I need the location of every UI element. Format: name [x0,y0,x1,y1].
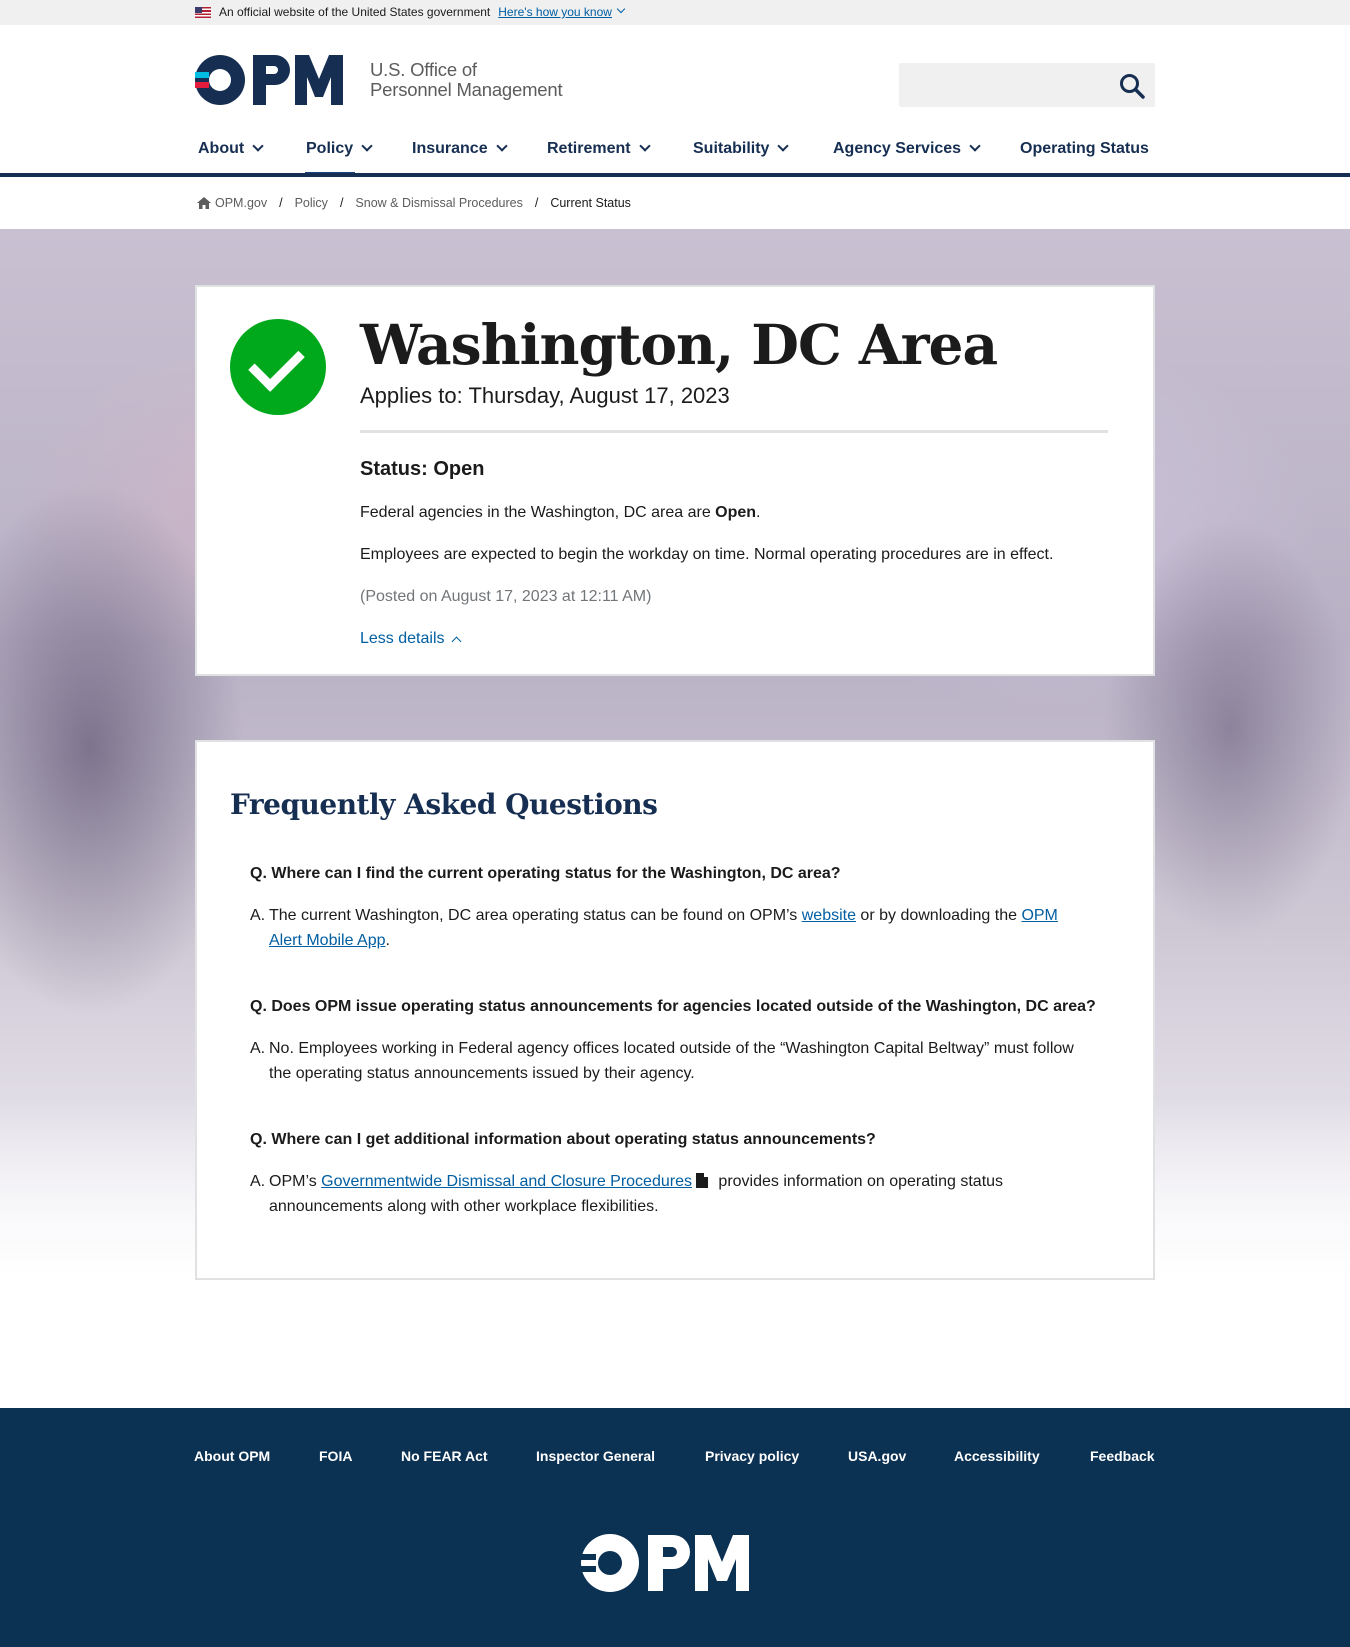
faq-question-2: Q. Does OPM issue operating status annou… [250,998,1096,1015]
chevron-down-icon [252,140,264,152]
search-icon[interactable] [1119,73,1145,99]
answer-marker: A. [250,907,266,924]
footer-privacy-policy-link[interactable]: Privacy policy [705,1448,799,1464]
nav-operating-status-label: Operating Status [1020,140,1149,157]
footer: About OPM FOIA No FEAR Act Inspector Gen… [0,1408,1350,1647]
status-location-title: Washington, DC Area [360,312,998,377]
status-detail: Employees are expected to begin the work… [360,546,1054,563]
pdf-icon [695,1173,708,1188]
nav-retirement[interactable]: Retirement [547,140,651,158]
status-summary-prefix: Federal agencies in the Washington, DC a… [360,504,716,521]
dismissal-procedures-link[interactable]: Governmentwide Dismissal and Closure Pro… [321,1173,692,1190]
nav-about-label: About [198,140,245,157]
status-summary: Federal agencies in the Washington, DC a… [360,504,761,522]
divider [360,430,1108,433]
faq-question-1: Q. Where can I find the current operatin… [250,865,841,882]
nav-agency-services-label: Agency Services [833,140,962,157]
answer-text: . [385,932,390,949]
faq-answer-1: A. The current Washington, DC area opera… [250,903,1080,953]
status-applies-date: Applies to: Thursday, August 17, 2023 [360,383,730,408]
chevron-down-icon [495,140,508,152]
answer-marker: A. [250,1040,266,1057]
breadcrumb: OPM.gov / Policy / Snow & Dismissal Proc… [197,196,631,210]
chevron-up-icon [451,636,461,646]
chevron-down-icon [638,140,651,152]
posted-timestamp: (Posted on August 17, 2023 at 12:11 AM) [360,588,652,605]
nav-policy-label: Policy [306,140,354,157]
nav-policy[interactable]: Policy [306,140,373,158]
opm-footer-logo[interactable] [580,1533,764,1593]
faq-answer-2: A. No. Employees working in Federal agen… [250,1036,1080,1086]
faq-answer-3: A. OPM’s Governmentwide Dismissal and Cl… [250,1169,1080,1219]
answer-text: or by downloading the [855,907,1022,924]
nav-insurance-label: Insurance [412,140,488,157]
footer-no-fear-act-link[interactable]: No FEAR Act [401,1448,488,1464]
search-input[interactable] [899,63,1155,107]
breadcrumb-snow-dismissal[interactable]: Snow & Dismissal Procedures [355,196,522,210]
answer-text: The current Washington, DC area operatin… [269,907,802,924]
answer-marker: A. [250,1173,266,1190]
org-name-line2: Personnel Management [370,79,563,100]
status-card: Washington, DC Area Applies to: Thursday… [195,285,1155,676]
website-link[interactable]: website [802,907,856,924]
org-name: U.S. Office of Personnel Management [370,59,563,100]
status-label: Status: Open [360,458,485,480]
main-nav: About Policy Insurance Retirement Suitab… [195,130,1155,176]
gov-banner-content: An official website of the United States… [195,4,626,19]
us-flag-icon [195,6,211,18]
status-summary-suffix: . [756,504,761,521]
footer-about-opm-link[interactable]: About OPM [194,1448,270,1464]
less-details-label: Less details [360,630,445,647]
faq-answer-2-body: No. Employees working in Federal agency … [269,1040,1074,1082]
home-icon [197,197,211,209]
breadcrumb-current: Current Status [550,196,631,210]
footer-usa-gov-link[interactable]: USA.gov [848,1448,906,1464]
faq-answer-3-body: OPM’s Governmentwide Dismissal and Closu… [269,1169,1080,1219]
breadcrumb-separator: / [339,196,344,210]
breadcrumb-separator: / [534,196,539,210]
nav-operating-status[interactable]: Operating Status [1020,140,1149,158]
nav-suitability-label: Suitability [693,140,770,157]
gov-banner-text: An official website of the United States… [219,5,491,19]
breadcrumb-home[interactable]: OPM.gov [215,196,267,210]
nav-divider [0,173,1350,177]
breadcrumb-separator: / [279,196,283,210]
nav-agency-services[interactable]: Agency Services [833,140,981,158]
nav-suitability[interactable]: Suitability [693,140,790,158]
heres-how-you-know-link[interactable]: Here's how you know [498,5,612,19]
org-name-line1: U.S. Office of [370,59,477,80]
chevron-down-icon[interactable] [616,4,626,14]
faq-heading: Frequently Asked Questions [230,788,658,821]
chevron-down-icon [969,140,981,152]
nav-insurance[interactable]: Insurance [412,140,508,158]
nav-about[interactable]: About [198,140,264,158]
faq-answer-1-body: The current Washington, DC area operatin… [269,903,1080,953]
chevron-down-icon [361,140,373,152]
status-summary-bold: Open [715,504,757,521]
answer-text: OPM’s [269,1173,322,1190]
chevron-down-icon [777,140,790,152]
footer-inspector-general-link[interactable]: Inspector General [536,1448,655,1464]
footer-foia-link[interactable]: FOIA [319,1448,352,1464]
breadcrumb-policy[interactable]: Policy [295,196,328,210]
footer-accessibility-link[interactable]: Accessibility [954,1448,1040,1464]
opm-logo[interactable] [195,54,355,106]
nav-retirement-label: Retirement [547,140,631,157]
less-details-toggle[interactable]: Less details [360,630,461,648]
check-circle-icon [230,319,326,415]
faq-card: Frequently Asked Questions Q. Where can … [195,740,1155,1280]
footer-feedback-link[interactable]: Feedback [1090,1448,1155,1464]
faq-question-3: Q. Where can I get additional informatio… [250,1131,876,1148]
